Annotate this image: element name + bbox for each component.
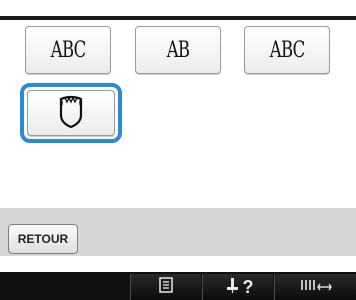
list-button[interactable] [130, 274, 201, 300]
shield-frame-button[interactable] [27, 90, 115, 136]
help-question-mark: ? [242, 276, 254, 297]
monogram-block-button[interactable]: ABC [244, 26, 330, 74]
monogram-two-letter-label: AB [166, 37, 190, 63]
needle-help-icon [223, 276, 241, 299]
monogram-block-label: ABC [269, 37, 305, 63]
shield-frame-icon [53, 93, 89, 134]
monogram-two-letter-button[interactable]: AB [135, 26, 221, 74]
monogram-script-button[interactable]: ABC [25, 26, 111, 74]
thread-spacing-icon [299, 276, 333, 299]
thread-spacing-button[interactable] [274, 274, 356, 300]
top-divider [0, 0, 356, 20]
monogram-script-label: ABC [50, 37, 86, 63]
help-button[interactable]: ? [202, 274, 273, 300]
retour-button[interactable]: RETOUR [8, 224, 78, 254]
list-icon [157, 276, 175, 299]
